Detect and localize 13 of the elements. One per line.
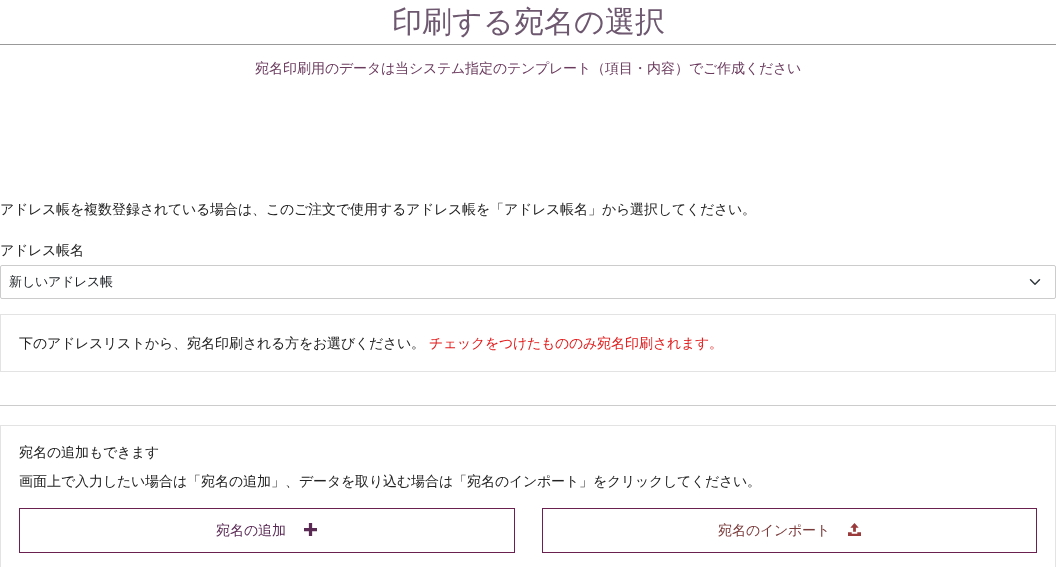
import-button[interactable]: 宛名のインポート	[541, 508, 1037, 553]
panel-heading: 宛名の追加もできます	[19, 443, 160, 462]
upload-icon	[847, 523, 861, 536]
plus-icon	[304, 523, 318, 536]
panel-text: 画面上で入力したい場合は「宛名の追加」、データを取り込む場合は「宛名のインポート」をクリックしてください。	[19, 472, 762, 491]
add-button[interactable]: 宛名の追加	[19, 508, 515, 553]
page-title: 印刷する宛名の選択	[390, 3, 666, 41]
address-book-select[interactable]: 新しいアドレス帳	[0, 265, 1056, 299]
field-label: アドレス帳名	[0, 241, 85, 260]
instruction-text: アドレス帳を複数登録されている場合は、このご注文で使用するアドレス帳を「アドレス帳名」から選択してください。	[0, 200, 757, 219]
warning-text: チェックをつけたもののみ宛名印刷されます。	[429, 335, 724, 351]
notice-text: 下のアドレスリストから、宛名印刷される方をお選びください。	[19, 335, 425, 351]
subtitle: 宛名印刷用のデータは当システム指定のテンプレート（項目・内容）でご作成ください	[254, 59, 802, 78]
